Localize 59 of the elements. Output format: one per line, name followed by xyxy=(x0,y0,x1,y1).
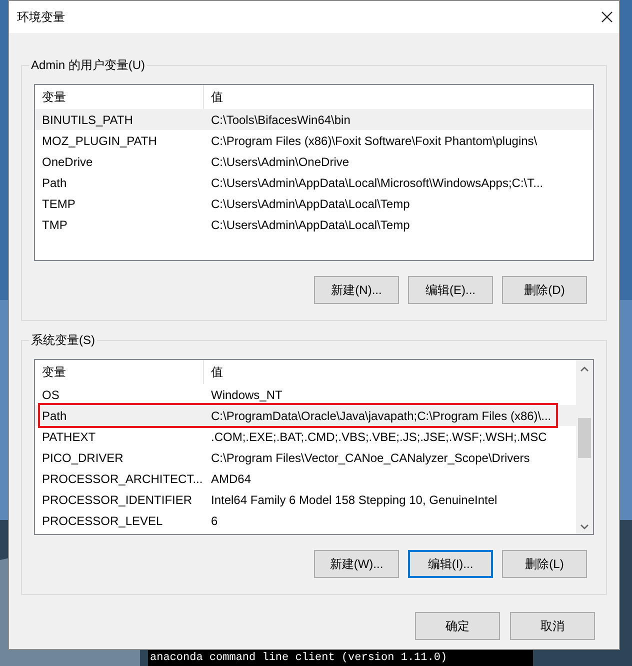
variable-value: C:\Users\Admin\AppData\Local\Temp xyxy=(210,216,411,234)
variable-row[interactable]: OS Windows_NT xyxy=(35,384,576,405)
dialog-button[interactable]: 新建(W)... xyxy=(314,550,399,578)
variable-row[interactable]: TMP C:\Users\Admin\AppData\Local\Temp xyxy=(35,214,593,235)
scroll-down-icon[interactable] xyxy=(580,524,589,530)
variable-value: C:\Program Files (x86)\Foxit Software\Foxit Phantom\plugins\ xyxy=(210,132,538,150)
variable-name: TEMP xyxy=(41,196,76,212)
variable-row[interactable]: TEMP C:\Users\Admin\AppData\Local\Temp xyxy=(35,193,593,214)
group-title: 系统变量(S) xyxy=(29,332,97,348)
variable-value: C:\Users\Admin\AppData\Local\Microsoft\WindowsApps;C:\T... xyxy=(210,174,544,192)
group-title: Admin 的用户变量(U) xyxy=(29,57,148,73)
dialog-button[interactable]: 编辑(E)... xyxy=(408,276,493,304)
variable-row[interactable]: PATHEXT .COM;.EXE;.BAT;.CMD;.VBS;.VBE;.JS;.JSE;.WSF;.WSH;.MSC xyxy=(35,426,576,447)
dialog-button[interactable]: 删除(L) xyxy=(502,550,587,578)
window-title: 环境变量 xyxy=(17,9,65,26)
console-text: anaconda command line client (version 1.11.0) xyxy=(149,651,448,666)
variable-name: PATHEXT xyxy=(41,428,97,446)
variable-value: C:\Users\Admin\OneDrive xyxy=(210,154,350,170)
variable-name: PROCESSOR_IDENTIFIER xyxy=(41,492,194,508)
variable-value: 6 xyxy=(210,512,219,530)
column-header[interactable]: 值 xyxy=(204,360,576,384)
variable-name: PICO_DRIVER xyxy=(41,450,124,466)
variable-name: TMP xyxy=(41,216,68,234)
variable-name: Path xyxy=(41,174,68,192)
scrollbar[interactable] xyxy=(576,360,593,534)
variable-name: BINUTILS_PATH xyxy=(41,112,134,128)
dialog-button[interactable]: 新建(N)... xyxy=(314,276,399,304)
variable-row[interactable]: PROCESSOR_ARCHITECT... AMD64 xyxy=(35,468,576,489)
variable-row[interactable]: Path C:\Users\Admin\AppData\Local\Microsoft\WindowsApps;C:\T... xyxy=(35,172,593,193)
close-icon[interactable] xyxy=(601,11,613,23)
column-header[interactable]: 变量 xyxy=(35,360,204,384)
dialog-button[interactable]: 删除(D) xyxy=(502,276,587,304)
variable-name: Path xyxy=(41,408,68,424)
variable-name: OneDrive xyxy=(41,154,94,170)
variable-value: AMD64 xyxy=(210,470,252,488)
variable-value: C:\Tools\BifacesWin64\bin xyxy=(210,112,352,128)
variable-row[interactable]: PROCESSOR_IDENTIFIER Intel64 Family 6 Model 158 Stepping 10, GenuineIntel xyxy=(35,489,576,510)
variable-name: OS xyxy=(41,386,60,404)
variable-value: .COM;.EXE;.BAT;.CMD;.VBS;.VBE;.JS;.JSE;.WSF;.WSH;.MSC xyxy=(210,428,548,446)
column-header[interactable]: 值 xyxy=(204,85,593,109)
variable-row[interactable]: OneDrive C:\Users\Admin\OneDrive xyxy=(35,151,593,172)
dialog-button[interactable]: 取消 xyxy=(510,612,595,640)
variable-value: Windows_NT xyxy=(210,386,284,404)
variable-row[interactable]: PROCESSOR_LEVEL 6 xyxy=(35,510,576,531)
dialog-button[interactable]: 确定 xyxy=(415,612,500,640)
scrollbar-thumb[interactable] xyxy=(578,418,591,458)
variable-value: C:\ProgramData\Oracle\Java\javapath;C:\Program Files (x86)\... xyxy=(210,408,552,424)
variable-row[interactable]: Path C:\ProgramData\Oracle\Java\javapath;C:\Program Files (x86)\... xyxy=(35,405,576,426)
variable-value: C:\Program Files\Vector_CANoe_CANalyzer_Scope\Drivers xyxy=(210,450,531,466)
variable-name: PROCESSOR_ARCHITECT... xyxy=(41,470,204,488)
variable-row[interactable]: BINUTILS_PATH C:\Tools\BifacesWin64\bin xyxy=(35,109,593,130)
variable-row[interactable]: MOZ_PLUGIN_PATH C:\Program Files (x86)\Foxit Software\Foxit Phantom\plugins\ xyxy=(35,130,593,151)
variable-name: PROCESSOR_LEVEL xyxy=(41,512,164,530)
variable-row[interactable]: PICO_DRIVER C:\Program Files\Vector_CANoe_CANalyzer_Scope\Drivers xyxy=(35,447,576,468)
variable-value: Intel64 Family 6 Model 158 Stepping 10, GenuineIntel xyxy=(210,492,498,508)
variable-name: MOZ_PLUGIN_PATH xyxy=(41,132,158,150)
variable-value: C:\Users\Admin\AppData\Local\Temp xyxy=(210,196,411,212)
scroll-up-icon[interactable] xyxy=(580,366,589,372)
dialog-button[interactable]: 编辑(I)... xyxy=(408,550,493,578)
